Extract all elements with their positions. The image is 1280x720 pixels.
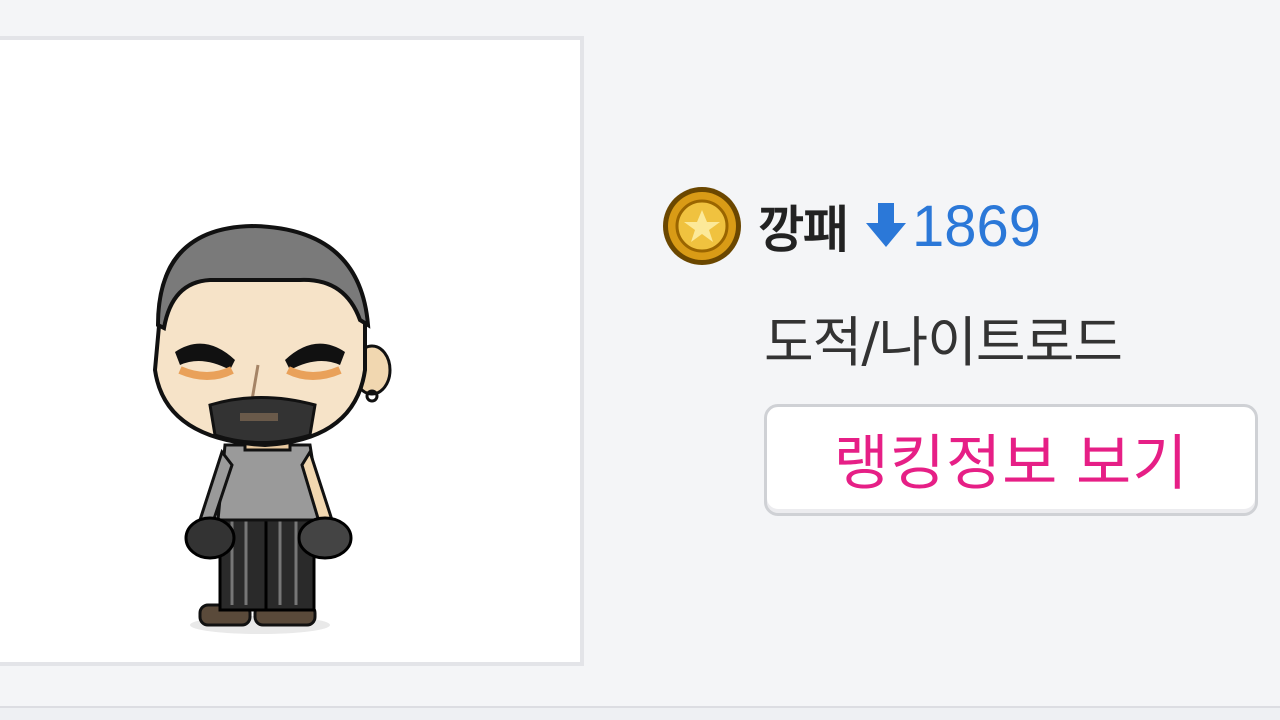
rank-change: 1869 [866, 193, 1041, 260]
character-avatar [152, 223, 392, 634]
character-name: 깡패 [758, 201, 849, 259]
character-card: 깡패 1869 도적/나이트로드 랭킹정보 보기 [0, 0, 1280, 720]
arrow-down-icon [866, 203, 906, 247]
ranking-info-button[interactable]: 랭킹정보 보기 [764, 404, 1258, 516]
name-row: 깡패 1869 [660, 180, 1260, 272]
avatar-frame [0, 36, 584, 666]
rank-change-value: 1869 [912, 193, 1042, 259]
bottom-divider [0, 706, 1280, 720]
character-job: 도적/나이트로드 [764, 311, 1123, 374]
gold-medal-icon [663, 187, 741, 265]
character-info: 깡패 1869 도적/나이트로드 랭킹정보 보기 [660, 180, 1260, 516]
